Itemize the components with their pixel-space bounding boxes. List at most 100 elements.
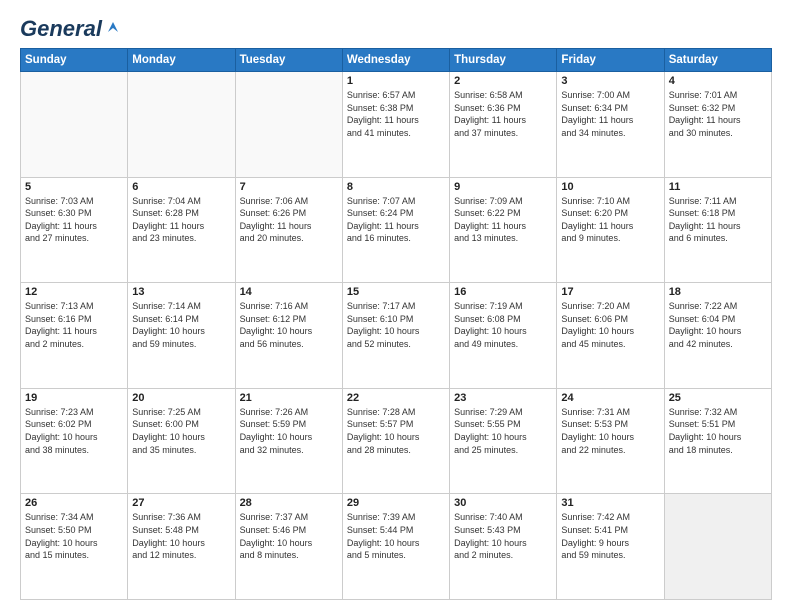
day-number: 7 xyxy=(240,181,338,193)
calendar-cell: 29Sunrise: 7:39 AM Sunset: 5:44 PM Dayli… xyxy=(342,494,449,600)
day-info: Sunrise: 7:09 AM Sunset: 6:22 PM Dayligh… xyxy=(454,195,552,245)
week-row-1: 1 Sunrise: 6:57 AM Sunset: 6:38 PM Daylig… xyxy=(21,72,772,178)
weekday-header-friday: Friday xyxy=(557,49,664,72)
day-info: Sunrise: 7:42 AM Sunset: 5:41 PM Dayligh… xyxy=(561,511,659,561)
day-number: 16 xyxy=(454,286,552,298)
calendar-cell: 12 Sunrise: 7:13 AM Sunset: 6:16 PM Dayli… xyxy=(21,283,128,389)
day-number: 28 xyxy=(240,497,338,509)
calendar-cell: 31 Sunrise: 7:42 AM Sunset: 5:41 PM Dayli… xyxy=(557,494,664,600)
day-number: 5 xyxy=(25,181,123,193)
day-info: Sunrise: 7:40 AM Sunset: 5:43 PM Dayligh… xyxy=(454,511,552,561)
day-info: Sunrise: 7:17 AM Sunset: 6:10 PM Dayligh… xyxy=(347,300,445,350)
day-info: Sunrise: 7:20 AM Sunset: 6:06 PM Dayligh… xyxy=(561,300,659,350)
calendar-cell xyxy=(235,72,342,178)
day-info: Sunrise: 7:01 AM Sunset: 6:32 PM Dayligh… xyxy=(669,89,767,139)
day-number: 12 xyxy=(25,286,123,298)
calendar-cell: 24 Sunrise: 7:31 AM Sunset: 5:53 PM Dayli… xyxy=(557,388,664,494)
calendar-cell: 30 Sunrise: 7:40 AM Sunset: 5:43 PM Dayli… xyxy=(450,494,557,600)
day-number: 10 xyxy=(561,181,659,193)
weekday-header-saturday: Saturday xyxy=(664,49,771,72)
day-info: Sunrise: 7:07 AM Sunset: 6:24 PM Dayligh… xyxy=(347,195,445,245)
day-number: 13 xyxy=(132,286,230,298)
day-info: Sunrise: 7:28 AM Sunset: 5:57 PM Dayligh… xyxy=(347,406,445,456)
day-info: Sunrise: 7:31 AM Sunset: 5:53 PM Dayligh… xyxy=(561,406,659,456)
logo: General xyxy=(20,16,122,38)
calendar-cell: 18Sunrise: 7:22 AM Sunset: 6:04 PM Dayli… xyxy=(664,283,771,389)
day-number: 22 xyxy=(347,392,445,404)
day-number: 26 xyxy=(25,497,123,509)
calendar-cell: 4 Sunrise: 7:01 AM Sunset: 6:32 PM Daylig… xyxy=(664,72,771,178)
day-number: 3 xyxy=(561,75,659,87)
day-number: 30 xyxy=(454,497,552,509)
calendar-cell xyxy=(128,72,235,178)
calendar-cell: 6Sunrise: 7:04 AM Sunset: 6:28 PM Daylig… xyxy=(128,177,235,283)
day-number: 2 xyxy=(454,75,552,87)
header: General xyxy=(20,16,772,38)
calendar-cell: 9 Sunrise: 7:09 AM Sunset: 6:22 PM Daylig… xyxy=(450,177,557,283)
calendar-cell: 3 Sunrise: 7:00 AM Sunset: 6:34 PM Daylig… xyxy=(557,72,664,178)
day-number: 14 xyxy=(240,286,338,298)
calendar-cell: 13Sunrise: 7:14 AM Sunset: 6:14 PM Dayli… xyxy=(128,283,235,389)
week-row-2: 5 Sunrise: 7:03 AM Sunset: 6:30 PM Daylig… xyxy=(21,177,772,283)
day-info: Sunrise: 7:03 AM Sunset: 6:30 PM Dayligh… xyxy=(25,195,123,245)
calendar-cell xyxy=(21,72,128,178)
weekday-header-tuesday: Tuesday xyxy=(235,49,342,72)
day-number: 19 xyxy=(25,392,123,404)
day-number: 4 xyxy=(669,75,767,87)
day-info: Sunrise: 7:36 AM Sunset: 5:48 PM Dayligh… xyxy=(132,511,230,561)
calendar-cell xyxy=(664,494,771,600)
day-number: 21 xyxy=(240,392,338,404)
week-row-4: 19 Sunrise: 7:23 AM Sunset: 6:02 PM Dayli… xyxy=(21,388,772,494)
calendar-cell: 22 Sunrise: 7:28 AM Sunset: 5:57 PM Dayli… xyxy=(342,388,449,494)
day-info: Sunrise: 7:00 AM Sunset: 6:34 PM Dayligh… xyxy=(561,89,659,139)
day-number: 9 xyxy=(454,181,552,193)
day-number: 1 xyxy=(347,75,445,87)
calendar-cell: 15 Sunrise: 7:17 AM Sunset: 6:10 PM Dayli… xyxy=(342,283,449,389)
weekday-header-sunday: Sunday xyxy=(21,49,128,72)
weekday-header-wednesday: Wednesday xyxy=(342,49,449,72)
calendar-cell: 5 Sunrise: 7:03 AM Sunset: 6:30 PM Daylig… xyxy=(21,177,128,283)
day-info: Sunrise: 7:16 AM Sunset: 6:12 PM Dayligh… xyxy=(240,300,338,350)
day-info: Sunrise: 7:13 AM Sunset: 6:16 PM Dayligh… xyxy=(25,300,123,350)
weekday-header-thursday: Thursday xyxy=(450,49,557,72)
week-row-5: 26 Sunrise: 7:34 AM Sunset: 5:50 PM Dayli… xyxy=(21,494,772,600)
day-number: 15 xyxy=(347,286,445,298)
calendar-cell: 27 Sunrise: 7:36 AM Sunset: 5:48 PM Dayli… xyxy=(128,494,235,600)
calendar-cell: 19 Sunrise: 7:23 AM Sunset: 6:02 PM Dayli… xyxy=(21,388,128,494)
calendar-cell: 21Sunrise: 7:26 AM Sunset: 5:59 PM Dayli… xyxy=(235,388,342,494)
calendar-cell: 17 Sunrise: 7:20 AM Sunset: 6:06 PM Dayli… xyxy=(557,283,664,389)
calendar-cell: 8 Sunrise: 7:07 AM Sunset: 6:24 PM Daylig… xyxy=(342,177,449,283)
day-number: 20 xyxy=(132,392,230,404)
calendar-cell: 16 Sunrise: 7:19 AM Sunset: 6:08 PM Dayli… xyxy=(450,283,557,389)
day-info: Sunrise: 6:58 AM Sunset: 6:36 PM Dayligh… xyxy=(454,89,552,139)
day-info: Sunrise: 7:19 AM Sunset: 6:08 PM Dayligh… xyxy=(454,300,552,350)
calendar-cell: 7 Sunrise: 7:06 AM Sunset: 6:26 PM Daylig… xyxy=(235,177,342,283)
day-number: 8 xyxy=(347,181,445,193)
day-number: 27 xyxy=(132,497,230,509)
calendar-cell: 23Sunrise: 7:29 AM Sunset: 5:55 PM Dayli… xyxy=(450,388,557,494)
day-number: 6 xyxy=(132,181,230,193)
day-info: Sunrise: 7:22 AM Sunset: 6:04 PM Dayligh… xyxy=(669,300,767,350)
day-info: Sunrise: 7:10 AM Sunset: 6:20 PM Dayligh… xyxy=(561,195,659,245)
calendar-cell: 28 Sunrise: 7:37 AM Sunset: 5:46 PM Dayli… xyxy=(235,494,342,600)
day-info: Sunrise: 7:37 AM Sunset: 5:46 PM Dayligh… xyxy=(240,511,338,561)
day-info: Sunrise: 7:25 AM Sunset: 6:00 PM Dayligh… xyxy=(132,406,230,456)
day-number: 25 xyxy=(669,392,767,404)
day-number: 23 xyxy=(454,392,552,404)
day-number: 17 xyxy=(561,286,659,298)
day-number: 31 xyxy=(561,497,659,509)
logo-bird-icon xyxy=(104,18,122,36)
day-info: Sunrise: 7:06 AM Sunset: 6:26 PM Dayligh… xyxy=(240,195,338,245)
day-info: Sunrise: 7:32 AM Sunset: 5:51 PM Dayligh… xyxy=(669,406,767,456)
day-number: 24 xyxy=(561,392,659,404)
day-info: Sunrise: 6:57 AM Sunset: 6:38 PM Dayligh… xyxy=(347,89,445,139)
calendar-cell: 11Sunrise: 7:11 AM Sunset: 6:18 PM Dayli… xyxy=(664,177,771,283)
calendar-cell: 2 Sunrise: 6:58 AM Sunset: 6:36 PM Daylig… xyxy=(450,72,557,178)
day-info: Sunrise: 7:23 AM Sunset: 6:02 PM Dayligh… xyxy=(25,406,123,456)
logo-general: General xyxy=(20,16,102,42)
page: General SundayMondayTuesdayWednesdayThur… xyxy=(0,0,792,612)
day-number: 29 xyxy=(347,497,445,509)
calendar-table: SundayMondayTuesdayWednesdayThursdayFrid… xyxy=(20,48,772,600)
day-info: Sunrise: 7:34 AM Sunset: 5:50 PM Dayligh… xyxy=(25,511,123,561)
calendar-cell: 20 Sunrise: 7:25 AM Sunset: 6:00 PM Dayli… xyxy=(128,388,235,494)
